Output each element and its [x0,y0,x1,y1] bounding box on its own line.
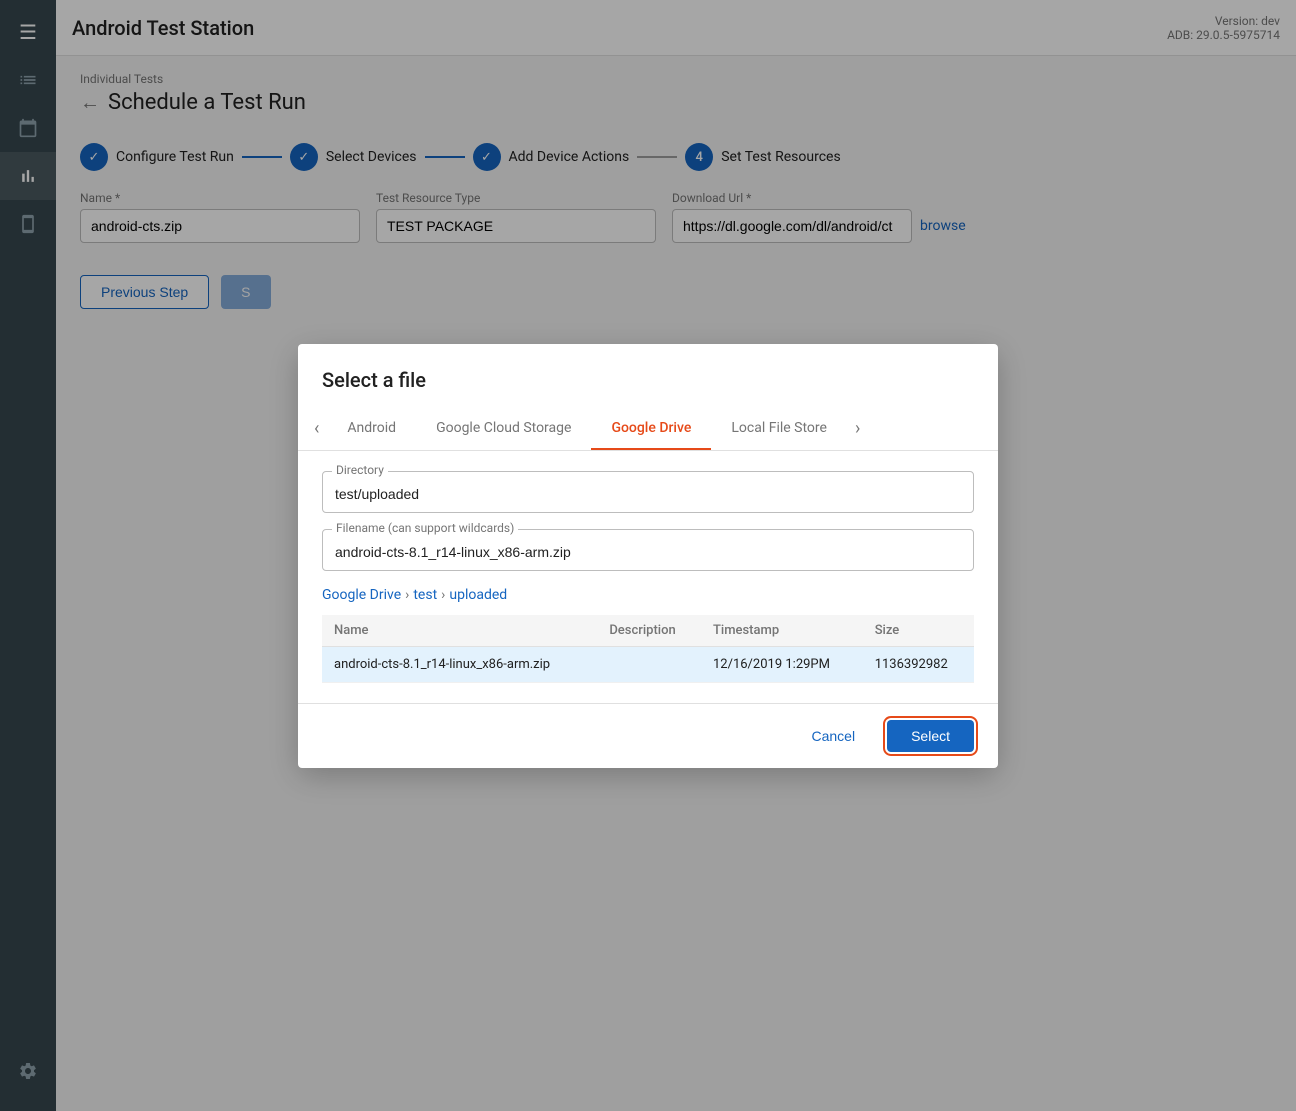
table-header-row: Name Description Timestamp Size [322,615,974,647]
tabs-container: ‹ Android Google Cloud Storage Google Dr… [298,408,998,451]
file-table: Name Description Timestamp Size android-… [322,615,974,683]
col-size: Size [863,615,974,647]
breadcrumb-test[interactable]: test [413,587,437,603]
tab-prev-arrow[interactable]: ‹ [306,410,327,447]
filename-field: Filename (can support wildcards) [322,529,974,571]
dialog-title: Select a file [298,344,998,408]
breadcrumb-sep-1: › [405,587,409,603]
directory-label: Directory [332,463,388,477]
breadcrumb-uploaded[interactable]: uploaded [449,587,507,603]
col-description: Description [597,615,701,647]
filename-label: Filename (can support wildcards) [332,521,518,535]
file-breadcrumb: Google Drive › test › uploaded [322,587,974,603]
breadcrumb-google-drive[interactable]: Google Drive [322,587,401,603]
table-row[interactable]: android-cts-8.1_r14-linux_x86-arm.zip 12… [322,646,974,682]
col-timestamp: Timestamp [701,615,863,647]
directory-field: Directory [322,471,974,513]
directory-input[interactable] [322,471,974,513]
tab-next-arrow[interactable]: › [847,410,868,447]
tab-google-drive[interactable]: Google Drive [591,408,711,450]
file-name: android-cts-8.1_r14-linux_x86-arm.zip [322,646,597,682]
tab-google-cloud-storage[interactable]: Google Cloud Storage [416,408,591,450]
dialog-body: Directory Filename (can support wildcard… [298,451,998,703]
file-description [597,646,701,682]
select-button[interactable]: Select [887,720,974,752]
modal-overlay: Select a file ‹ Android Google Cloud Sto… [0,0,1296,1111]
filename-input[interactable] [322,529,974,571]
col-name: Name [322,615,597,647]
select-file-dialog: Select a file ‹ Android Google Cloud Sto… [298,344,998,768]
file-timestamp: 12/16/2019 1:29PM [701,646,863,682]
file-size: 1136392982 [863,646,974,682]
tab-local-file-store[interactable]: Local File Store [711,408,847,450]
tab-android[interactable]: Android [327,408,416,450]
dialog-footer: Cancel Select [298,703,998,768]
breadcrumb-sep-2: › [441,587,445,603]
file-table-body: android-cts-8.1_r14-linux_x86-arm.zip 12… [322,646,974,682]
cancel-button[interactable]: Cancel [795,720,871,752]
